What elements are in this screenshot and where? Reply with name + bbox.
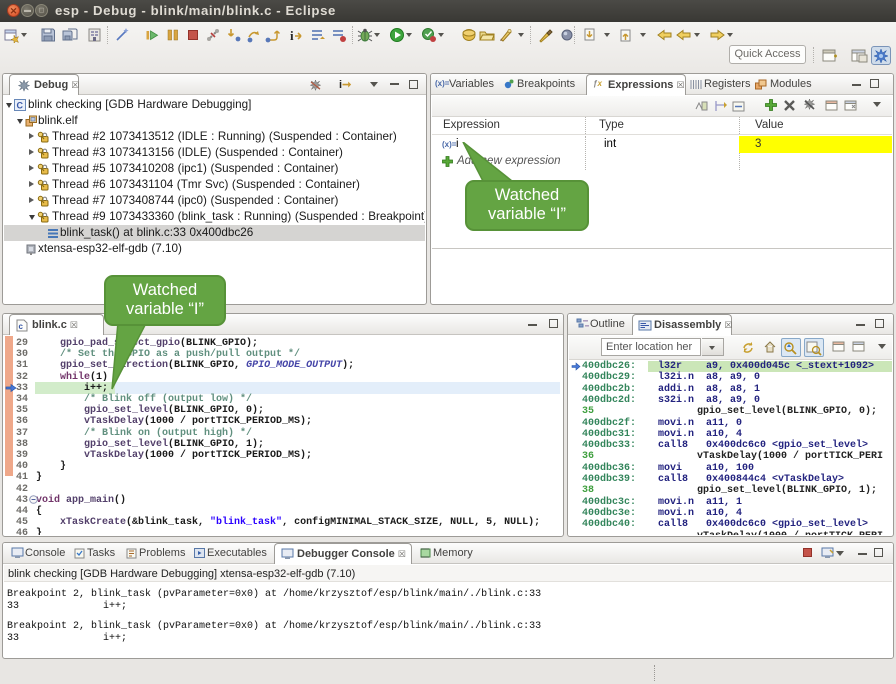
svg-text:i: i — [290, 28, 294, 43]
svg-text:C: C — [17, 101, 24, 111]
svg-text:c: c — [19, 322, 24, 331]
